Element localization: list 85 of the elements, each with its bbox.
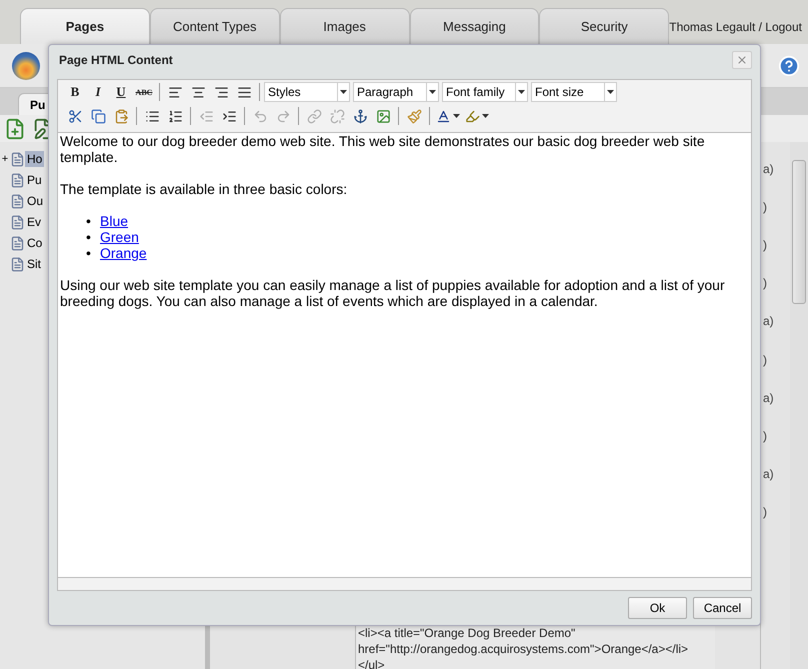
cut-off-text: a) bbox=[763, 162, 775, 176]
dropdown-arrow-icon bbox=[429, 90, 436, 94]
page-icon bbox=[10, 236, 25, 250]
paragraph: Welcome to our dog breeder demo web site. This web site demonstrates our basic dog breeder web site template. bbox=[60, 133, 706, 165]
code-line: <li><a title="Orange Dog Breeder Demo" bbox=[358, 625, 576, 641]
copy-icon bbox=[90, 108, 106, 124]
scrollbar-thumb[interactable] bbox=[792, 160, 806, 304]
cut-off-text: ) bbox=[763, 352, 768, 367]
image-icon bbox=[376, 108, 390, 124]
link-icon bbox=[306, 108, 322, 124]
cancel-button[interactable]: Cancel bbox=[693, 597, 752, 619]
highlight-icon bbox=[465, 108, 480, 124]
user-logout-link[interactable]: Thomas Legault / Logout bbox=[669, 20, 802, 34]
strike-button[interactable]: ABC bbox=[133, 82, 155, 102]
cut-off-text: ) bbox=[763, 200, 768, 214]
tree-item[interactable]: Sit bbox=[25, 256, 44, 272]
nav-tab[interactable]: Messaging bbox=[410, 8, 540, 44]
logo-icon bbox=[12, 52, 40, 80]
underline-button[interactable]: U bbox=[110, 82, 132, 102]
unlink-icon bbox=[330, 108, 344, 124]
dropdown-arrow-icon bbox=[518, 90, 525, 94]
anchor-icon bbox=[352, 108, 368, 124]
dropdown-arrow-icon bbox=[340, 90, 347, 94]
cut-off-text: ) bbox=[763, 428, 768, 443]
cut-icon bbox=[68, 108, 82, 124]
page-icon bbox=[10, 194, 25, 208]
dropdown-arrow-icon bbox=[453, 114, 460, 118]
close-icon bbox=[736, 54, 748, 66]
bold-button[interactable]: B bbox=[64, 82, 86, 102]
paragraph: Using our web site template you can easily manage a list of puppies available for adoption and a list of your breeding dogs. You can also manage a list of events which are displayed in a calendar. bbox=[60, 277, 726, 309]
toolbar-dropdown[interactable]: Paragraph bbox=[353, 82, 439, 102]
cut-off-text: ) bbox=[763, 504, 768, 519]
bullet: • bbox=[86, 229, 92, 245]
cut-off-text: a) bbox=[763, 466, 775, 481]
paste-icon bbox=[114, 108, 128, 124]
tree-item[interactable]: Ev bbox=[25, 214, 44, 230]
undo-icon bbox=[252, 108, 268, 124]
page-icon bbox=[10, 152, 25, 166]
bullet-list-icon bbox=[144, 108, 160, 124]
text-color-icon bbox=[436, 108, 451, 124]
tree-item[interactable]: Ho bbox=[25, 151, 44, 167]
cut-off-text: ) bbox=[763, 238, 768, 252]
code-line: </ul> bbox=[358, 657, 386, 669]
nav-tab[interactable]: Content Types bbox=[150, 8, 280, 44]
nav-tab[interactable]: Pages bbox=[20, 8, 150, 44]
dropdown-arrow-icon bbox=[482, 114, 489, 118]
align-justify-icon bbox=[236, 84, 252, 100]
bullet: • bbox=[86, 213, 92, 229]
paragraph: The template is available in three basic colors: bbox=[60, 181, 348, 197]
align-center-icon bbox=[190, 84, 206, 100]
page-icon bbox=[10, 256, 25, 272]
page-icon bbox=[10, 172, 25, 188]
align-right-icon bbox=[214, 84, 228, 100]
expand-toggle[interactable]: + bbox=[0, 153, 10, 165]
toolbar-dropdown[interactable]: Styles bbox=[264, 82, 350, 102]
indent-icon bbox=[222, 108, 236, 124]
outdent-icon bbox=[198, 108, 214, 124]
dialog-title: Page HTML Content bbox=[59, 53, 173, 67]
align-left-icon bbox=[168, 84, 182, 100]
code-line: href="http://orangedog.acquirosystems.com">Orange</a></li> bbox=[358, 641, 690, 657]
scrollbar[interactable] bbox=[790, 142, 808, 669]
cut-off-text: a) bbox=[763, 390, 775, 405]
ok-button[interactable]: Ok bbox=[628, 597, 687, 619]
nav-tab[interactable]: Images bbox=[280, 8, 410, 44]
close-button[interactable] bbox=[732, 51, 752, 69]
cut-off-text: ) bbox=[763, 276, 768, 290]
toolbar-dropdown[interactable]: Font size bbox=[531, 82, 617, 102]
dropdown-arrow-icon bbox=[607, 90, 614, 94]
tree-item[interactable]: Ou bbox=[25, 193, 46, 209]
page-icon bbox=[10, 214, 25, 230]
add-page-icon[interactable] bbox=[4, 118, 26, 140]
link[interactable]: Orange bbox=[100, 245, 147, 261]
help-icon[interactable] bbox=[778, 54, 800, 76]
cleanup-icon bbox=[406, 108, 422, 124]
bullet: • bbox=[86, 245, 92, 261]
link[interactable]: Blue bbox=[100, 213, 128, 229]
toolbar-dropdown[interactable]: Font family bbox=[442, 82, 528, 102]
italic-button[interactable]: I bbox=[87, 82, 109, 102]
redo-icon bbox=[276, 108, 290, 124]
nav-tab[interactable]: Security bbox=[539, 8, 670, 44]
tree-item[interactable]: Pu bbox=[25, 172, 44, 188]
cut-off-text: a) bbox=[763, 314, 775, 328]
link[interactable]: Green bbox=[100, 229, 139, 245]
numbered-list-icon bbox=[168, 108, 182, 124]
tree-item[interactable]: Co bbox=[25, 235, 44, 251]
